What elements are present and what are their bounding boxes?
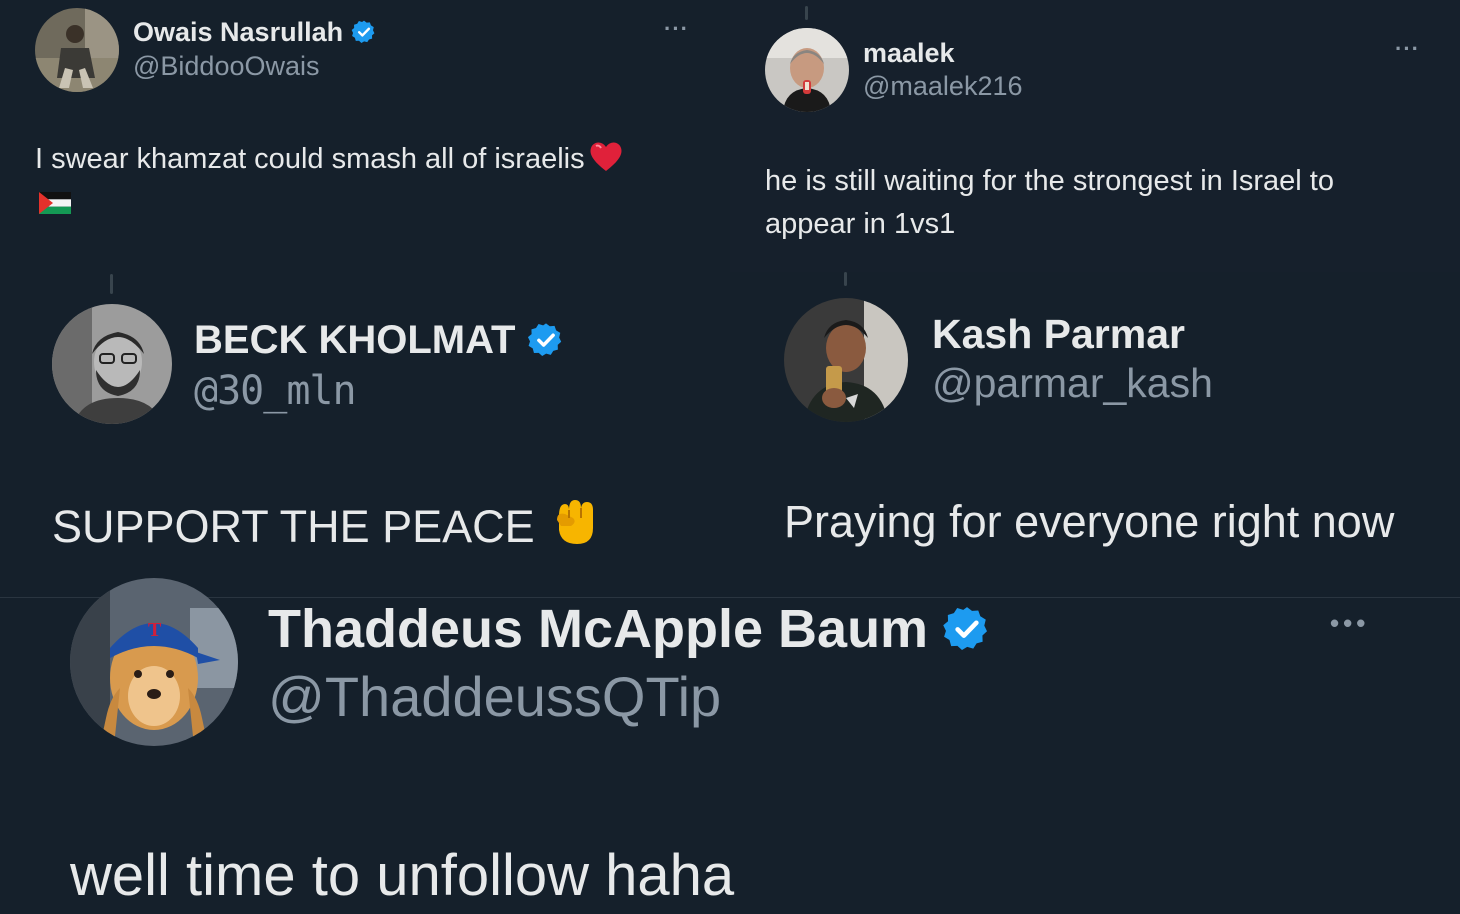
verified-badge-icon: [527, 321, 565, 359]
verified-badge-icon: [351, 19, 377, 45]
handle[interactable]: @BiddooOwais: [133, 51, 320, 82]
palestine-flag-icon: [39, 186, 71, 224]
avatar[interactable]: [52, 304, 172, 424]
avatar[interactable]: [35, 8, 119, 92]
raised-fist-icon: [551, 496, 599, 557]
more-options-icon[interactable]: •••: [1330, 608, 1369, 639]
heart-icon: [589, 140, 623, 182]
display-name[interactable]: Owais Nasrullah: [133, 17, 343, 48]
tweet-text: SUPPORT THE PEACE: [52, 500, 535, 552]
tweet-kash: Kash Parmar @parmar_kash Praying for eve…: [730, 272, 1460, 597]
svg-text:T: T: [148, 619, 162, 641]
verified-badge-icon: [942, 604, 992, 654]
handle[interactable]: @ThaddeussQTip: [268, 664, 721, 729]
tweet-thaddeus: T Thaddeus McApple Baum @ThaddeussQTip •…: [0, 578, 1460, 914]
more-options-icon[interactable]: ···: [1395, 36, 1420, 62]
display-name[interactable]: maalek: [863, 38, 955, 69]
handle[interactable]: @maalek216: [863, 71, 1023, 102]
display-name[interactable]: BECK KHOLMAT: [194, 318, 515, 363]
tweet-text-line: he is still waiting for the strongest in…: [765, 165, 1334, 197]
avatar[interactable]: [765, 28, 849, 112]
tweet-beck: BECK KHOLMAT @30_mln SUPPORT THE PEACE: [0, 272, 730, 597]
handle[interactable]: @30_mln: [194, 368, 357, 414]
display-name[interactable]: Kash Parmar: [932, 311, 1185, 358]
tweet-owais: Owais Nasrullah @BiddooOwais ··· I swear…: [0, 0, 730, 272]
thread-line: [805, 6, 808, 20]
tweet-text: Praying for everyone right now: [784, 496, 1395, 547]
more-options-icon[interactable]: ···: [664, 16, 689, 42]
tweet-maalek: maalek @maalek216 ··· he is still waitin…: [730, 0, 1460, 272]
avatar[interactable]: T: [70, 578, 238, 746]
tweet-text-line: appear in 1vs1: [765, 208, 956, 240]
tweet-text: well time to unfollow haha: [70, 843, 735, 908]
tweet-text: I swear khamzat could smash all of israe…: [35, 143, 585, 175]
avatar[interactable]: [784, 298, 908, 422]
thread-line: [110, 274, 113, 294]
handle[interactable]: @parmar_kash: [932, 360, 1213, 407]
thread-line: [844, 272, 847, 286]
display-name[interactable]: Thaddeus McApple Baum: [268, 598, 928, 660]
